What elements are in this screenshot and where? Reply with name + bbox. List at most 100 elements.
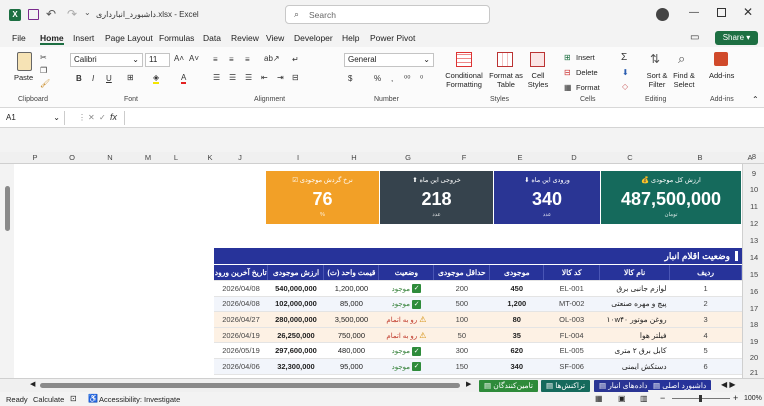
maximize-icon[interactable] [717,8,726,17]
cell-styles-button[interactable]: Cell Styles [523,71,553,89]
row-header[interactable]: 12 [743,219,764,228]
add-ins-icon[interactable] [714,52,728,66]
conditional-formatting-button[interactable]: Conditional Formatting [441,71,487,89]
menu-home[interactable]: Home [40,33,64,45]
accessibility-icon[interactable]: ♿ [88,394,98,403]
cell-stock-value[interactable]: 26,250,000 [267,327,324,344]
align-middle-icon[interactable]: ≡ [229,55,234,64]
search-box[interactable]: ⌕ Search [285,5,490,24]
header-last-entry[interactable]: تاریخ آخرین ورود [214,265,269,282]
row-header[interactable]: 19 [743,337,764,346]
cell-stock[interactable]: 450 [489,280,544,297]
align-right-icon[interactable]: ☰ [245,73,252,82]
format-cells-button[interactable]: Format [576,83,600,92]
zoom-slider-thumb[interactable] [699,395,702,402]
align-left-icon[interactable]: ☰ [213,73,220,82]
borders-icon[interactable]: ⊞ [127,73,134,82]
delete-cells-button[interactable]: Delete [576,68,598,77]
align-top-icon[interactable]: ≡ [213,55,218,64]
macro-record-icon[interactable]: ⊡ [70,394,77,403]
format-as-table-icon[interactable] [497,52,513,67]
status-accessibility[interactable]: Accessibility: Investigate [99,395,180,404]
cancel-icon[interactable]: ✕ [88,113,95,122]
tab-main-dashboard[interactable]: ▤ داشبورد اصلی [648,380,712,392]
menu-developer[interactable]: Developer [294,33,333,43]
row-header[interactable]: 21 [743,368,764,377]
decrease-font-icon[interactable]: A˅ [189,54,199,63]
font-color-icon[interactable]: A [181,73,187,84]
row-header[interactable]: 8 [743,152,764,161]
row-header[interactable]: 10 [743,185,764,194]
cell-name[interactable]: لوازم جانبی برق [599,280,670,297]
zoom-out-icon[interactable]: − [660,393,665,403]
cell-code[interactable]: MT-002 [543,296,600,313]
row-header[interactable]: 18 [743,320,764,329]
column-header[interactable]: B [690,153,710,162]
table-row[interactable]: 2026/04/08 540,000,000 1,200,000 موجود ✓ 200… [214,280,742,297]
row-header[interactable]: 14 [743,253,764,262]
autosum-icon[interactable]: Σ [621,52,627,63]
table-row[interactable]: 2026/04/27 280,000,000 3,500,000 رو به اتما… [214,311,742,328]
cell-row-number[interactable]: 4 [669,327,742,344]
row-header[interactable]: 13 [743,236,764,245]
cell-stock-value[interactable]: 280,000,000 [267,311,324,328]
cell-name[interactable]: کابل برق ۲ متری [599,342,670,360]
cell-unit-price[interactable]: 85,000 [323,296,379,313]
add-ins-button[interactable]: Add-ins [709,71,734,80]
column-header[interactable]: G [398,153,418,162]
find-select-icon[interactable]: ⌕ [678,51,685,67]
format-cells-icon[interactable]: ▦ [564,83,572,92]
formula-input[interactable] [124,111,760,125]
cell-status[interactable]: موجود ✓ [378,358,434,375]
delete-cells-icon[interactable]: ⊟ [564,68,571,77]
header-min-stock[interactable]: حداقل موجودی [433,265,491,282]
cell-min-stock[interactable]: 500 [433,296,490,313]
cell-last-entry[interactable]: 2026/04/19 [214,327,268,344]
header-stock[interactable]: موجودی [489,265,545,282]
header-code[interactable]: کد کالا [543,265,601,282]
increase-indent-icon[interactable]: ⇥ [277,73,284,82]
tab-transactions[interactable]: ▤ تراکنش‌ها [541,380,591,392]
cell-status[interactable]: رو به اتمام ⚠ [378,327,434,344]
column-header[interactable]: N [95,153,125,162]
align-center-icon[interactable]: ☰ [229,73,236,82]
vertical-scrollbar[interactable] [2,164,14,378]
column-header[interactable]: J [230,153,250,162]
collapse-ribbon-icon[interactable]: ⌃ [752,95,759,104]
close-icon[interactable]: ✕ [743,5,753,19]
row-header[interactable]: 15 [743,270,764,279]
save-icon[interactable] [28,9,39,20]
menu-review[interactable]: Review [231,33,259,43]
cell-last-entry[interactable]: 2026/04/06 [214,358,268,375]
cell-min-stock[interactable]: 200 [433,280,490,297]
cut-icon[interactable]: ✂ [40,53,47,62]
menu-formulas[interactable]: Formulas [159,33,194,43]
page-layout-view-icon[interactable]: ▣ [618,394,626,403]
cell-unit-price[interactable]: 1,200,000 [323,280,379,297]
clear-icon[interactable]: ◇ [622,82,628,91]
cell-last-entry[interactable]: 2026/05/19 [214,342,268,360]
cell-code[interactable]: FL-004 [543,327,600,344]
cell-stock-value[interactable]: 297,600,000 [267,342,324,360]
copy-icon[interactable]: ❐ [40,66,47,75]
header-unit-price[interactable]: قیمت واحد (ت) [323,265,380,282]
name-box[interactable]: A1 ⌄ [3,111,65,125]
cell-unit-price[interactable]: 3,500,000 [323,311,379,328]
cell-last-entry[interactable]: 2026/04/08 [214,280,268,297]
cell-min-stock[interactable]: 300 [433,342,490,360]
sort-filter-button[interactable]: Sort & Filter [645,71,669,89]
menu-file[interactable]: File [12,33,26,43]
tab-inventory-data[interactable]: ▤ داده‌های انبار [594,380,653,392]
sort-filter-icon[interactable]: ⇅ [650,52,660,66]
paste-button[interactable]: Paste [14,73,33,82]
cell-last-entry[interactable]: 2026/04/27 [214,311,268,328]
decrease-decimal-icon[interactable]: ⁰ [420,74,423,83]
menu-help[interactable]: Help [342,33,359,43]
cell-row-number[interactable]: 1 [669,280,742,297]
cell-status[interactable]: موجود ✓ [378,280,434,297]
cell-stock[interactable]: 80 [489,311,544,328]
cell-unit-price[interactable]: 750,000 [323,327,379,344]
cell-row-number[interactable]: 6 [669,358,742,375]
row-header[interactable]: 11 [743,202,764,211]
menu-insert[interactable]: Insert [73,33,94,43]
